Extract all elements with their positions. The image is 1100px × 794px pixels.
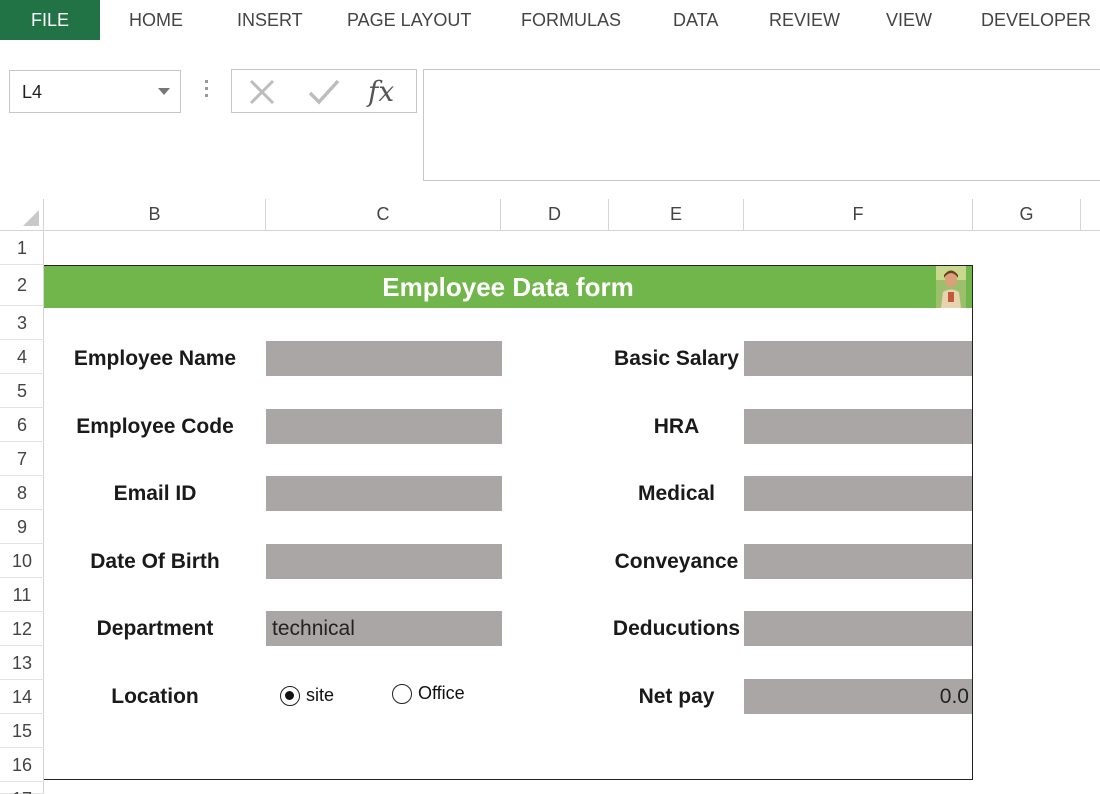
column-header-c[interactable]: C [266, 199, 501, 230]
location-label: Location [111, 685, 199, 708]
tab-data[interactable]: DATA [673, 0, 718, 40]
column-header-e[interactable]: E [609, 199, 744, 230]
radio-selected-icon[interactable] [280, 685, 300, 706]
basic-salary-label: Basic Salary [614, 347, 739, 370]
row-header[interactable]: 16 [0, 748, 44, 782]
select-all-button[interactable] [0, 199, 44, 230]
email-id-field[interactable] [266, 476, 502, 511]
net-pay-label: Net pay [638, 685, 715, 708]
name-box-value: L4 [22, 82, 43, 102]
employee-form: Employee Data form Employee Name Employe… [44, 265, 973, 780]
row-header[interactable]: 6 [0, 408, 44, 442]
column-header-g[interactable]: G [973, 199, 1081, 230]
medical-field[interactable] [744, 476, 972, 511]
row-header[interactable]: 10 [0, 544, 44, 578]
basic-salary-field[interactable] [744, 341, 972, 376]
column-header-f[interactable]: F [744, 199, 973, 230]
deductions-label: Deducutions [612, 617, 741, 640]
hra-label: HRA [653, 415, 700, 438]
department-field[interactable]: technical [266, 611, 502, 646]
name-box[interactable]: L4 [9, 70, 181, 113]
radio-unselected-icon[interactable] [392, 683, 412, 704]
employee-name-field[interactable] [266, 341, 502, 376]
row-header[interactable]: 9 [0, 510, 44, 544]
row-header[interactable]: 17 [0, 782, 44, 794]
tab-view[interactable]: VIEW [886, 0, 932, 40]
date-of-birth-label: Date Of Birth [90, 550, 220, 573]
row-header[interactable]: 15 [0, 714, 44, 748]
form-title: Employee Data form [382, 272, 634, 302]
tab-developer[interactable]: DEVELOPER [981, 0, 1091, 40]
column-headers: B C D E F G [0, 199, 1100, 231]
employee-name-label: Employee Name [73, 347, 237, 370]
row-header[interactable]: 2 [0, 265, 44, 306]
tab-home[interactable]: HOME [129, 0, 183, 40]
medical-label: Medical [637, 482, 716, 505]
row-header[interactable]: 1 [0, 231, 44, 265]
row-header[interactable]: 4 [0, 340, 44, 374]
employee-code-field[interactable] [266, 409, 502, 444]
row-header[interactable]: 5 [0, 374, 44, 408]
employee-code-label: Employee Code [76, 415, 234, 438]
radio-label-office: Office [418, 683, 465, 703]
email-id-label: Email ID [113, 482, 197, 505]
insert-function-icon[interactable]: fx [364, 74, 404, 110]
date-of-birth-field[interactable] [266, 544, 502, 579]
formula-bar-grip-icon[interactable] [202, 80, 210, 104]
row-header[interactable]: 11 [0, 578, 44, 612]
tab-review[interactable]: REVIEW [769, 0, 840, 40]
tab-file[interactable]: FILE [0, 0, 100, 40]
svg-text:fx: fx [366, 75, 394, 108]
tab-insert[interactable]: INSERT [237, 0, 303, 40]
form-title-bar: Employee Data form [44, 266, 972, 308]
tab-page-layout[interactable]: PAGE LAYOUT [347, 0, 471, 40]
row-header[interactable]: 12 [0, 612, 44, 646]
conveyance-label: Conveyance [614, 550, 739, 573]
hra-field[interactable] [744, 409, 972, 444]
row-header[interactable]: 14 [0, 680, 44, 714]
row-header[interactable]: 7 [0, 442, 44, 476]
tab-formulas[interactable]: FORMULAS [521, 0, 621, 40]
row-header[interactable]: 13 [0, 646, 44, 680]
row-headers: 1 2 3 4 5 6 7 8 9 10 11 12 13 14 15 16 1… [0, 231, 44, 794]
formula-input[interactable] [423, 69, 1100, 181]
ribbon-tabs: FILE HOME INSERT PAGE LAYOUT FORMULAS DA… [0, 0, 1100, 40]
row-header[interactable]: 3 [0, 306, 44, 340]
net-pay-field[interactable]: 0.0 [744, 679, 972, 714]
conveyance-field[interactable] [744, 544, 972, 579]
check-icon[interactable] [304, 74, 344, 110]
chevron-down-icon[interactable] [158, 88, 170, 95]
photo-image[interactable] [936, 266, 966, 308]
deductions-field[interactable] [744, 611, 972, 646]
column-header-d[interactable]: D [501, 199, 609, 230]
row-header[interactable]: 8 [0, 476, 44, 510]
radio-label-site: site [306, 685, 335, 705]
column-header-b[interactable]: B [44, 199, 266, 230]
department-label: Department [96, 617, 214, 640]
location-radio-office[interactable]: Office [392, 683, 465, 704]
location-radio-site[interactable]: site [280, 685, 334, 706]
formula-buttons: fx [231, 69, 417, 113]
cancel-icon[interactable] [242, 74, 282, 110]
